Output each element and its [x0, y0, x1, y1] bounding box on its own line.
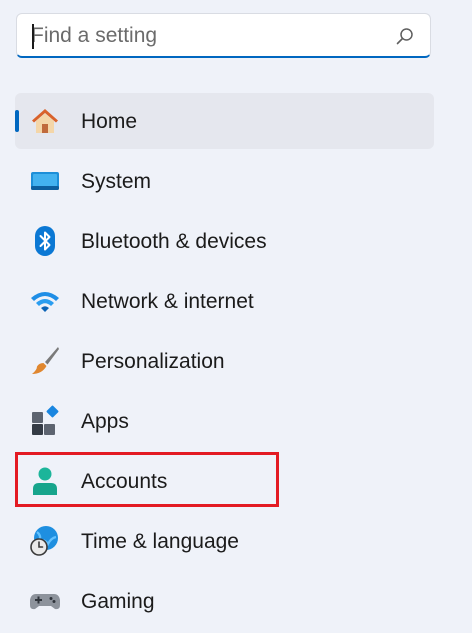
apps-icon [29, 405, 61, 437]
settings-nav: Home System Bluetooth & devices Network … [15, 93, 434, 633]
nav-label: Network & internet [81, 290, 254, 313]
search-input[interactable] [31, 22, 381, 50]
nav-item-gaming[interactable]: Gaming [15, 573, 434, 629]
globe-clock-icon [29, 525, 61, 557]
nav-label: Home [81, 110, 138, 133]
system-icon [29, 165, 61, 197]
nav-item-time-language[interactable]: Time & language [15, 513, 434, 569]
wifi-icon [29, 285, 61, 317]
nav-label: Gaming [81, 590, 155, 613]
nav-label: Apps [81, 410, 129, 433]
nav-item-apps[interactable]: Apps [15, 393, 434, 449]
nav-label: Accounts [81, 470, 168, 493]
nav-item-bluetooth[interactable]: Bluetooth & devices [15, 213, 434, 269]
nav-item-accounts[interactable]: Accounts [15, 453, 434, 509]
nav-item-home[interactable]: Home [15, 93, 434, 149]
search-icon[interactable] [396, 27, 414, 45]
nav-label: Bluetooth & devices [81, 230, 267, 253]
paintbrush-icon [29, 345, 61, 377]
nav-label: Time & language [81, 530, 239, 553]
nav-item-network[interactable]: Network & internet [15, 273, 434, 329]
nav-item-personalization[interactable]: Personalization [15, 333, 434, 389]
nav-item-system[interactable]: System [15, 153, 434, 209]
text-caret [32, 24, 34, 49]
search-box[interactable] [16, 13, 431, 58]
account-icon [29, 465, 61, 497]
nav-label: System [81, 170, 152, 193]
home-icon [29, 105, 61, 137]
bluetooth-icon [29, 225, 61, 257]
gamepad-icon [29, 585, 61, 617]
nav-label: Personalization [81, 350, 225, 373]
